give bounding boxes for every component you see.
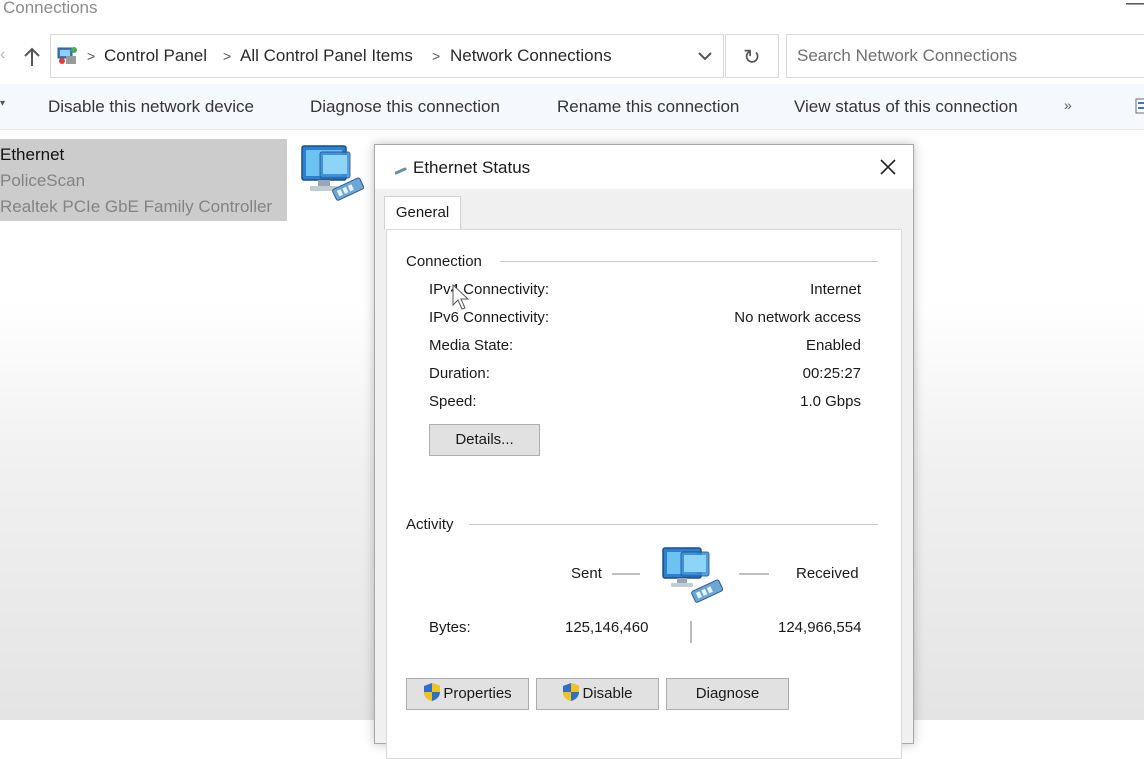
window-title: Connections <box>3 0 98 17</box>
group-divider <box>500 261 878 262</box>
details-button[interactable]: Details... <box>429 424 540 456</box>
properties-label: Properties <box>443 685 512 702</box>
diagnose-button[interactable]: Diagnose <box>666 678 789 710</box>
disable-button[interactable]: Disable <box>536 678 659 710</box>
bytes-label: Bytes: <box>429 619 471 636</box>
duration-value: 00:25:27 <box>802 365 861 382</box>
group-divider <box>469 524 878 525</box>
activity-group-label: Activity <box>406 516 454 533</box>
shield-icon <box>424 683 441 701</box>
chevron-down-icon[interactable] <box>696 47 714 65</box>
disable-device-command[interactable]: Disable this network device <box>48 97 254 117</box>
shield-icon <box>563 683 580 701</box>
organize-dropdown-icon[interactable]: ▾ <box>0 98 5 109</box>
media-state-label: Media State: <box>429 337 514 354</box>
refresh-icon: ↻ <box>743 46 761 69</box>
ethernet-cable-icon <box>395 167 407 175</box>
speed-value: 1.0 Gbps <box>800 393 861 410</box>
ipv4-value: Internet <box>810 281 861 298</box>
breadcrumb-control-panel[interactable]: Control Panel <box>104 46 207 66</box>
up-arrow-icon[interactable] <box>22 46 42 68</box>
dialog-title-bar: Ethernet Status <box>375 145 913 189</box>
connection-adapter: Realtek PCIe GbE Family Controller <box>0 197 273 216</box>
sent-label: Sent <box>571 565 602 582</box>
sent-dash <box>612 573 640 575</box>
received-label: Received <box>796 565 859 582</box>
view-status-command[interactable]: View status of this connection <box>794 97 1018 117</box>
tab-general[interactable]: General <box>384 196 461 230</box>
mouse-cursor-icon <box>452 283 470 310</box>
diagnose-command[interactable]: Diagnose this connection <box>310 97 500 117</box>
network-activity-icon <box>662 547 724 603</box>
minimize-button[interactable]: — <box>1126 0 1144 14</box>
search-input[interactable] <box>786 34 1144 78</box>
bytes-received-value: 124,966,554 <box>778 619 862 636</box>
breadcrumb-separator: > <box>87 48 96 64</box>
address-bar-row: ‹ > Control Panel > All Control Panel It… <box>0 32 1144 80</box>
breadcrumb-separator: > <box>432 48 441 64</box>
bytes-sent-value: 125,146,460 <box>565 619 649 636</box>
rename-command[interactable]: Rename this connection <box>557 97 739 117</box>
view-options-icon[interactable] <box>1134 96 1144 116</box>
bytes-separator <box>690 621 692 643</box>
address-box[interactable]: > Control Panel > All Control Panel Item… <box>50 34 724 78</box>
back-icon[interactable]: ‹ <box>0 46 5 64</box>
connection-name: Ethernet <box>0 145 65 164</box>
media-state-value: Enabled <box>805 337 861 354</box>
disable-label: Disable <box>582 685 633 702</box>
breadcrumb-network-connections[interactable]: Network Connections <box>450 46 612 66</box>
connection-group-label: Connection <box>406 253 482 270</box>
ethernet-status-dialog: Ethernet Status General Connection IPv4 … <box>374 144 914 759</box>
ipv6-label: IPv6 Connectivity: <box>429 309 550 326</box>
properties-button[interactable]: Properties <box>406 678 529 710</box>
refresh-button[interactable]: ↻ <box>725 34 779 78</box>
dialog-title: Ethernet Status <box>413 158 531 177</box>
ipv4-label: IPv4 Connectivity: <box>429 281 550 298</box>
breadcrumb-all-items[interactable]: All Control Panel Items <box>240 46 413 66</box>
control-panel-icon <box>57 47 77 64</box>
network-adapter-icon[interactable] <box>298 142 372 214</box>
command-bar: ▾ Disable this network device Diagnose t… <box>0 84 1144 130</box>
breadcrumb-separator: > <box>223 48 232 64</box>
window-title-bar: Connections — <box>0 0 1144 22</box>
ipv6-value: No network access <box>734 309 861 326</box>
connection-item-ethernet[interactable]: Ethernet PoliceScan Realtek PCIe GbE Fam… <box>0 139 287 221</box>
more-commands-button[interactable]: » <box>1064 97 1072 113</box>
connection-network: PoliceScan <box>0 171 86 190</box>
speed-label: Speed: <box>429 393 477 410</box>
duration-label: Duration: <box>429 365 490 382</box>
close-icon[interactable] <box>875 154 901 180</box>
received-dash <box>739 573 769 575</box>
